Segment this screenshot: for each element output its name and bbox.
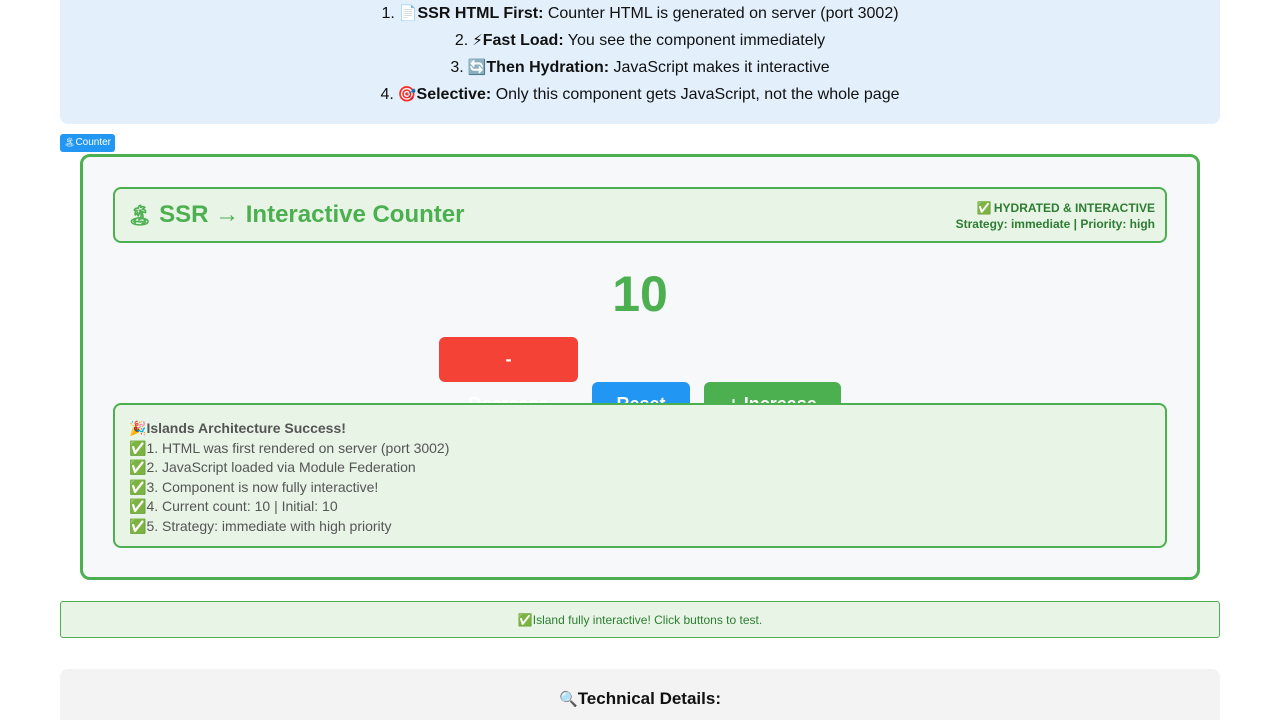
step-item: 1. 📄SSR HTML First: Counter HTML is gener… [381, 4, 899, 22]
counter-island: 🏝 SSR → Interactive Counter ✅ HYDRATED & … [80, 154, 1200, 580]
island-icon: 🏝 [64, 138, 76, 148]
success-box: 🎉Islands Architecture Success! ✅1. HTML … [113, 403, 1167, 548]
check-icon: ✅ [129, 499, 147, 515]
status-badge: HYDRATED & INTERACTIVE [993, 201, 1155, 215]
document-icon: 📄 [398, 4, 418, 22]
step-item: 3. 🔄Then Hydration: JavaScript makes it i… [450, 58, 830, 76]
success-title: Islands Architecture Success! [146, 420, 346, 436]
decrease-button[interactable]: - Decrease [439, 337, 578, 414]
magnifier-icon: 🔍 [559, 690, 578, 708]
check-icon: ✅ [129, 460, 147, 476]
toast-text: Island fully interactive! Click buttons … [532, 613, 763, 627]
step-item: 2. ⚡Fast Load: You see the component imme… [454, 31, 826, 49]
refresh-icon: 🔄 [467, 58, 487, 76]
check-icon: ✅ [976, 201, 992, 215]
step-item: 4. 🎯Selective: Only this component gets J… [380, 85, 900, 103]
technical-details-title: 🔍Technical Details: [559, 689, 721, 708]
counter-header: 🏝 SSR → Interactive Counter ✅ HYDRATED & … [113, 187, 1167, 243]
island-badge: 🏝Counter [60, 134, 116, 152]
island-badge-label: Counter [75, 137, 112, 148]
success-item: ✅4. Current count: 10 | Initial: 10 [129, 498, 338, 515]
hydration-steps-list: 1. 📄SSR HTML First: Counter HTML is gener… [60, 0, 1220, 108]
check-icon: ✅ [129, 440, 147, 457]
success-item: ✅1. HTML was first rendered on server (p… [129, 439, 450, 457]
hydration-info-panel: 1. 📄SSR HTML First: Counter HTML is gener… [60, 0, 1220, 124]
hydration-status: ✅ HYDRATED & INTERACTIVE Strategy: immedi… [956, 200, 1155, 232]
check-icon: ✅ [129, 479, 147, 496]
counter-title: 🏝 SSR → Interactive Counter [127, 201, 465, 228]
check-icon: ✅ [129, 518, 147, 535]
party-icon: 🎉 [129, 421, 147, 437]
counter-value: 10 [612, 266, 668, 322]
check-icon: ✅ [517, 613, 533, 627]
success-item: ✅3. Component is now fully interactive! [129, 478, 379, 496]
technical-details-panel: 🔍Technical Details: [60, 669, 1220, 720]
target-icon: 🎯 [397, 85, 417, 103]
success-item: ✅5. Strategy: immediate with high priori… [129, 517, 392, 535]
lightning-icon: ⚡ [472, 31, 483, 49]
success-item: ✅2. JavaScript loaded via Module Federat… [129, 459, 416, 476]
island-icon: 🏝 [127, 203, 153, 227]
strategy-text: Strategy: immediate | Priority: high [955, 217, 1155, 231]
status-toast: ✅Island fully interactive! Click buttons… [60, 601, 1220, 638]
